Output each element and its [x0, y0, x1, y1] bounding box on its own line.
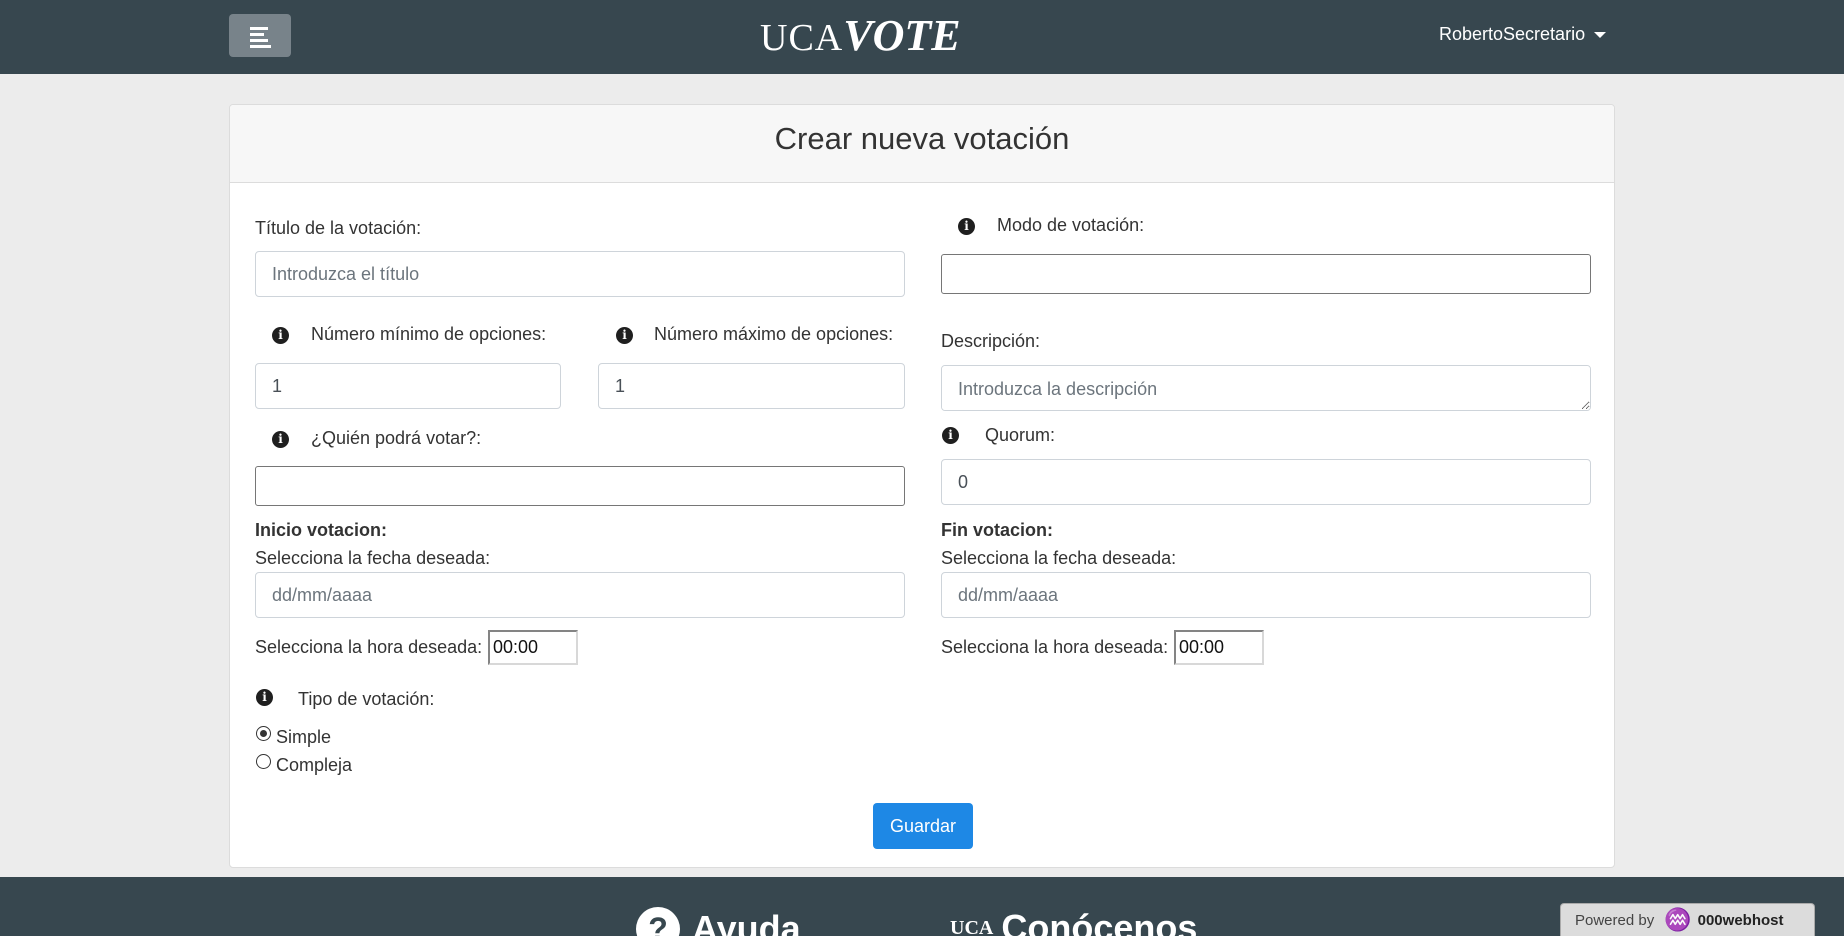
info-icon[interactable]: i [256, 689, 273, 706]
fin-heading: Fin votacion: [941, 520, 1053, 540]
modo-votacion-select[interactable] [941, 254, 1591, 294]
descripcion-textarea[interactable] [941, 365, 1591, 411]
hora-fin-label: Selecciona la hora deseada: [941, 637, 1169, 657]
hora-inicio-label: Selecciona la hora deseada: [255, 637, 483, 657]
page-title: Crear nueva votación [774, 121, 1070, 156]
sidebar-toggle-button[interactable] [229, 14, 291, 57]
fecha-fin-input[interactable] [941, 572, 1591, 618]
radio-simple[interactable] [256, 726, 271, 741]
about-label: Conócenos [1001, 907, 1198, 936]
quorum-label: Quorum: [985, 425, 1056, 445]
menu-icon [250, 27, 268, 30]
titulo-input[interactable] [255, 251, 905, 297]
chevron-down-icon [1594, 31, 1607, 38]
descripcion-label: Descripción: [941, 331, 1041, 351]
info-icon[interactable]: i [942, 427, 959, 444]
powered-by-label: Powered by [1575, 911, 1655, 929]
min-opciones-label: Número mínimo de opciones: [311, 324, 547, 344]
card-header: Crear nueva votación [230, 105, 1614, 183]
quien-votar-label: ¿Quién podrá votar?: [311, 428, 482, 448]
user-dropdown[interactable]: RobertoSecretario [1439, 24, 1607, 45]
help-label: Ayuda [692, 908, 801, 936]
info-icon[interactable]: i [616, 327, 633, 344]
about-link[interactable]: UCA Conócenos [950, 907, 1197, 936]
create-vote-card: Crear nueva votación Título de la votaci… [229, 104, 1615, 868]
hora-fin-input[interactable] [1174, 630, 1264, 665]
info-icon[interactable]: i [958, 218, 975, 235]
menu-icon-line [250, 45, 271, 48]
radio-simple-label[interactable]: Simple [276, 727, 331, 748]
menu-icon-line [250, 39, 268, 42]
help-link[interactable]: ? Ayuda [636, 907, 801, 936]
logo-uca-text: UCA [760, 17, 844, 59]
logo-vote-text: VOTE [843, 11, 961, 60]
fecha-inicio-input[interactable] [255, 572, 905, 618]
powered-by-brand: 000webhost [1697, 911, 1784, 929]
quien-votar-select[interactable] [255, 466, 905, 506]
min-opciones-input[interactable] [255, 363, 561, 409]
top-navbar: UCA VOTE RobertoSecretario [0, 0, 1844, 74]
user-name: RobertoSecretario [1439, 24, 1586, 44]
inicio-heading: Inicio votacion: [255, 520, 388, 540]
webhost-logo-icon: ♒ [1664, 907, 1692, 932]
fecha-inicio-label: Selecciona la fecha deseada: [255, 548, 491, 568]
max-opciones-label: Número máximo de opciones: [654, 324, 894, 344]
modo-votacion-label: Modo de votación: [997, 215, 1145, 235]
hora-inicio-input[interactable] [488, 630, 578, 665]
radio-compleja[interactable] [256, 754, 271, 769]
uca-logo-icon: UCA [950, 917, 994, 936]
titulo-label: Título de la votación: [255, 218, 422, 238]
info-icon[interactable]: i [272, 431, 289, 448]
save-button[interactable]: Guardar [873, 803, 973, 849]
menu-icon-line [250, 33, 264, 36]
fecha-fin-label: Selecciona la fecha deseada: [941, 548, 1177, 568]
powered-by-badge[interactable]: Powered by ♒ 000webhost [1560, 903, 1815, 936]
info-icon[interactable]: i [272, 327, 289, 344]
quorum-input[interactable] [941, 459, 1591, 505]
radio-compleja-label[interactable]: Compleja [276, 755, 352, 776]
ucavote-logo[interactable]: UCA VOTE [760, 10, 961, 62]
max-opciones-input[interactable] [598, 363, 905, 409]
help-icon: ? [636, 907, 680, 936]
tipo-votacion-label: Tipo de votación: [298, 689, 435, 709]
